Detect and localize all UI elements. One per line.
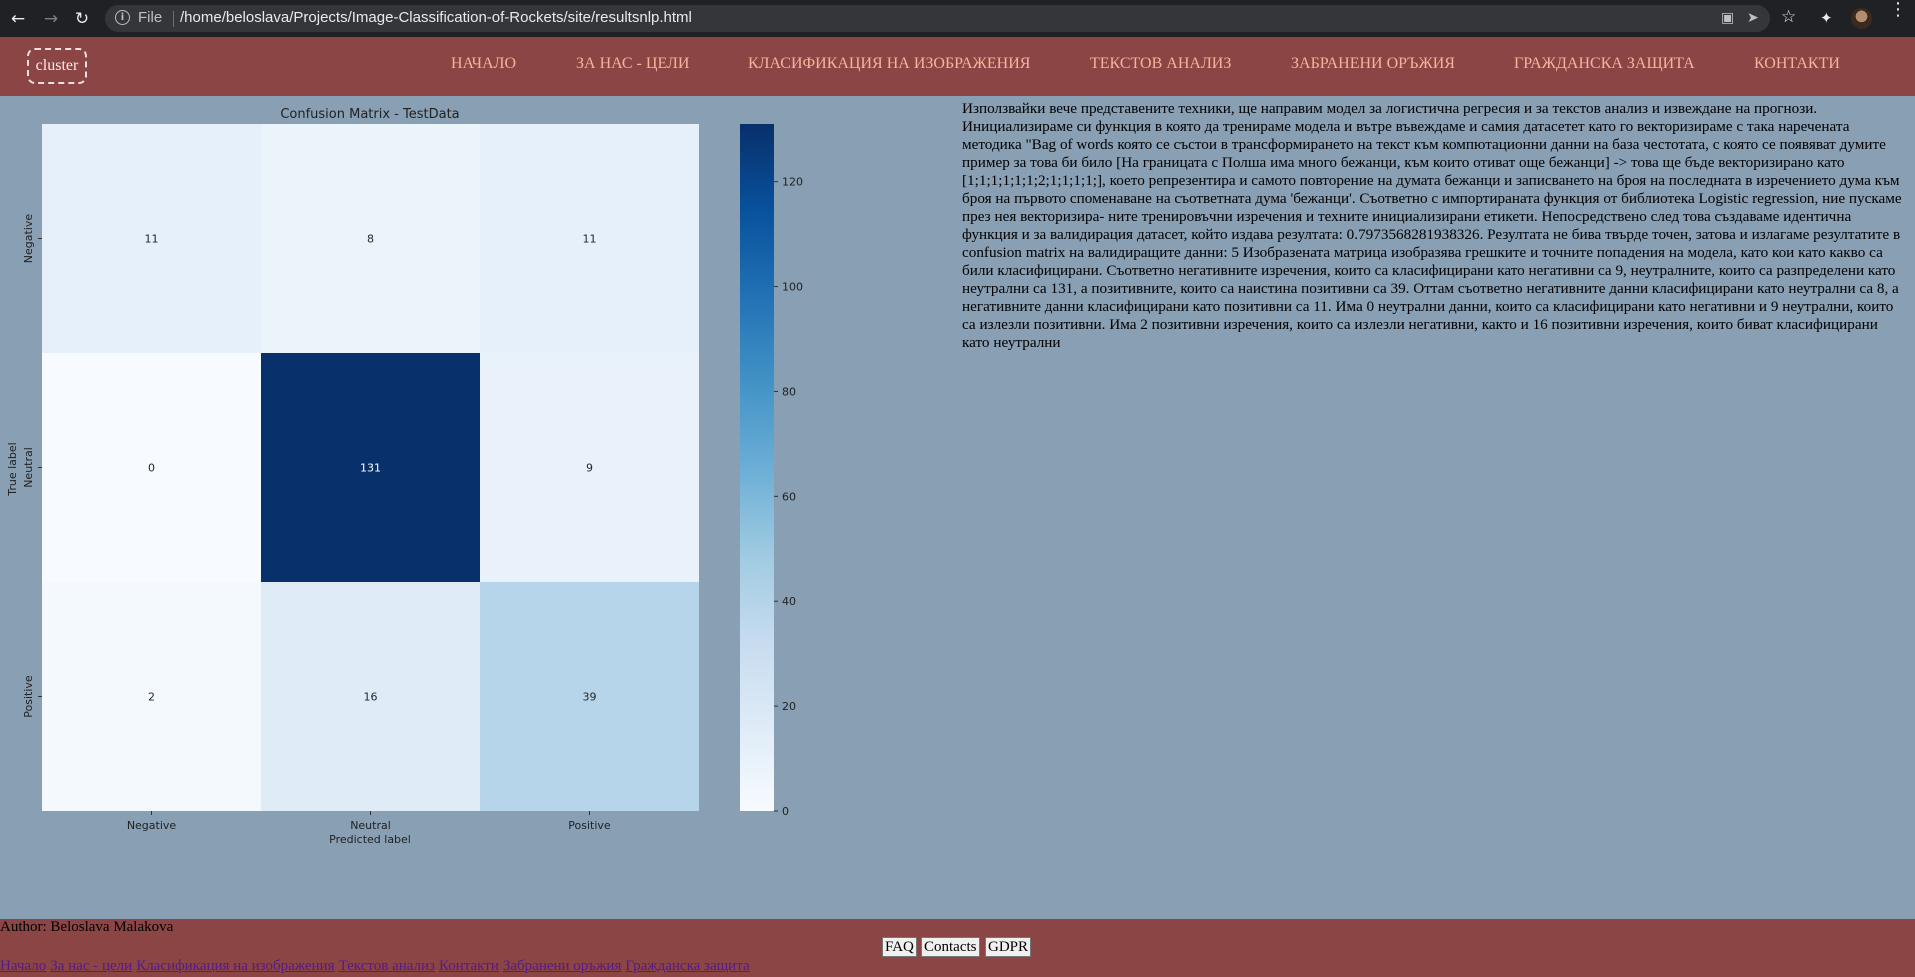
colorbar-tick-label: 120 bbox=[782, 176, 803, 189]
colorbar-tick-label: 40 bbox=[782, 595, 796, 608]
info-icon[interactable]: i bbox=[115, 10, 130, 25]
confusion-matrix-chart: Confusion Matrix - TestData 11 8 11 0 131 9 2 1… bbox=[6, 107, 803, 846]
cell-value-label: 39 bbox=[583, 691, 597, 704]
menu-icon[interactable]: ⋮ bbox=[1889, 1, 1907, 19]
file-label: File bbox=[138, 9, 163, 26]
address-bar[interactable]: i File /home/beloslava/Projects/Image-Cl… bbox=[105, 5, 1770, 32]
article-text: Използвайки вече представените техники, … bbox=[962, 100, 1902, 351]
nav-item-civil-protection[interactable]: ГРАЖДАНСКА ЗАЩИТА bbox=[1514, 55, 1695, 73]
colorbar-tick-label: 80 bbox=[782, 385, 796, 398]
nav-item-banned-weapons[interactable]: ЗАБРАНЕНИ ОРЪЖИЯ bbox=[1291, 55, 1455, 73]
x-tick-label: Negative bbox=[127, 819, 177, 832]
author-credit: Author: Beloslava Malakova bbox=[0, 919, 174, 935]
y-axis-label: True label bbox=[6, 442, 19, 496]
y-tick-label: Positive bbox=[22, 675, 35, 718]
colorbar-tick-label: 100 bbox=[782, 281, 803, 294]
cell-value-label: 11 bbox=[583, 233, 597, 246]
colorbar-tick-label: 60 bbox=[782, 490, 796, 503]
site-footer: Author: Beloslava Malakova FAQ Contacts … bbox=[0, 919, 1915, 977]
cell-value-label: 8 bbox=[367, 233, 374, 246]
bookmark-star-icon[interactable]: ☆ bbox=[1781, 7, 1796, 27]
nav-item-home[interactable]: НАЧАЛО bbox=[451, 55, 516, 73]
footer-link-text-analysis[interactable]: Текстов анализ bbox=[339, 958, 435, 974]
address-separator bbox=[173, 11, 174, 27]
back-icon[interactable]: ← bbox=[7, 8, 29, 30]
colorbar-tick-label: 20 bbox=[782, 700, 796, 713]
url-text[interactable]: /home/beloslava/Projects/Image-Classific… bbox=[180, 9, 692, 26]
forward-icon[interactable]: → bbox=[40, 8, 62, 30]
nav-item-about[interactable]: ЗА НАС - ЦЕЛИ bbox=[576, 55, 689, 73]
chart-title: Confusion Matrix - TestData bbox=[280, 107, 459, 122]
profile-avatar[interactable] bbox=[1851, 8, 1872, 29]
footer-link-about[interactable]: За нас - цели bbox=[50, 958, 132, 974]
footer-link-banned-weapons[interactable]: Забранени оръжия bbox=[503, 958, 622, 974]
colorbar-tick-label: 0 bbox=[782, 805, 789, 818]
cell-value-label: 9 bbox=[586, 462, 593, 475]
contacts-button[interactable]: Contacts bbox=[921, 937, 980, 957]
footer-link-home[interactable]: Начало bbox=[0, 958, 46, 974]
browser-toolbar: ← → ↻ i File /home/beloslava/Projects/Im… bbox=[0, 0, 1915, 37]
footer-link-image-classification[interactable]: Класификация на изображения bbox=[136, 958, 334, 974]
nav-item-image-classification[interactable]: КЛАСИФИКАЦИЯ НА ИЗОБРАЖЕНИЯ bbox=[748, 55, 1030, 73]
cell-value-label: 0 bbox=[148, 462, 155, 475]
footer-links: Начало За нас - цели Класификация на изобр… bbox=[0, 958, 754, 975]
x-tick-label: Neutral bbox=[350, 819, 391, 832]
colorbar bbox=[740, 124, 774, 811]
site-header: cluster НАЧАЛО ЗА НАС - ЦЕЛИ КЛАСИФИКАЦИ… bbox=[0, 37, 1915, 96]
footer-link-civil-protection[interactable]: Гражданска защита bbox=[625, 958, 749, 974]
x-axis-label: Predicted label bbox=[329, 833, 411, 846]
send-icon[interactable]: ➤ bbox=[1747, 10, 1759, 27]
reload-icon[interactable]: ↻ bbox=[71, 8, 93, 30]
y-tick-label: Negative bbox=[22, 214, 35, 264]
nav-item-text-analysis[interactable]: ТЕКСТОВ АНАЛИЗ bbox=[1090, 55, 1231, 73]
cell-value-label: 2 bbox=[148, 691, 155, 704]
x-tick-label: Positive bbox=[568, 819, 611, 832]
extensions-puzzle-icon[interactable]: ✦ bbox=[1820, 9, 1833, 27]
gdpr-button[interactable]: GDPR bbox=[985, 937, 1032, 957]
nav-item-contacts[interactable]: КОНТАКТИ bbox=[1754, 55, 1840, 73]
site-logo[interactable]: cluster bbox=[27, 48, 87, 84]
faq-button[interactable]: FAQ bbox=[882, 937, 917, 957]
footer-link-contacts[interactable]: Контакти bbox=[439, 958, 499, 974]
y-tick-label: Neutral bbox=[22, 447, 35, 488]
translate-icon[interactable]: ▣ bbox=[1721, 10, 1734, 27]
cell-value-label: 16 bbox=[364, 691, 378, 704]
cell-value-label: 131 bbox=[360, 462, 381, 475]
cell-value-label: 11 bbox=[145, 233, 159, 246]
